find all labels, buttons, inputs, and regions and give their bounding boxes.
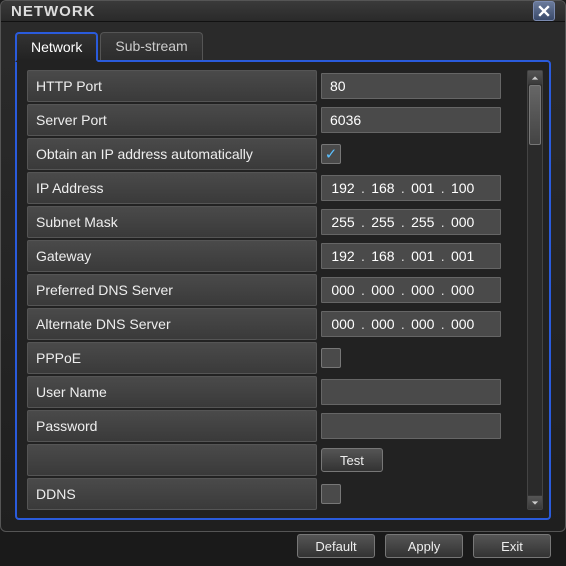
label-http-port: HTTP Port xyxy=(27,70,317,102)
label-gateway: Gateway xyxy=(27,240,317,272)
ip-octet[interactable] xyxy=(406,282,440,298)
scroll-track[interactable] xyxy=(528,85,542,495)
test-button[interactable]: Test xyxy=(321,448,383,472)
row-server-port: Server Port xyxy=(27,104,523,136)
http-port-input[interactable] xyxy=(321,73,501,99)
user-name-input[interactable] xyxy=(321,379,501,405)
label-server-port: Server Port xyxy=(27,104,317,136)
dhcp-checkbox[interactable] xyxy=(321,144,341,164)
ip-octet[interactable] xyxy=(366,214,400,230)
tab-bar: Network Sub-stream xyxy=(15,32,551,60)
row-gateway: Gateway . . . xyxy=(27,240,523,272)
label-subnet-mask: Subnet Mask xyxy=(27,206,317,238)
ip-octet[interactable] xyxy=(366,316,400,332)
window-title: NETWORK xyxy=(11,3,96,20)
ip-octet[interactable] xyxy=(326,214,360,230)
titlebar: NETWORK xyxy=(1,1,565,22)
row-user-name: User Name xyxy=(27,376,523,408)
ip-address-input[interactable]: . . . xyxy=(321,175,501,201)
label-user-name: User Name xyxy=(27,376,317,408)
row-pppoe: PPPoE xyxy=(27,342,523,374)
ip-octet[interactable] xyxy=(366,180,400,196)
ip-octet[interactable] xyxy=(446,316,480,332)
row-password: Password xyxy=(27,410,523,442)
close-icon[interactable] xyxy=(533,1,555,21)
subnet-mask-input[interactable]: . . . xyxy=(321,209,501,235)
password-input[interactable] xyxy=(321,413,501,439)
label-dhcp: Obtain an IP address automatically xyxy=(27,138,317,170)
ip-octet[interactable] xyxy=(446,214,480,230)
ip-octet[interactable] xyxy=(406,316,440,332)
ip-octet[interactable] xyxy=(326,282,360,298)
ip-octet[interactable] xyxy=(446,248,480,264)
ip-octet[interactable] xyxy=(406,214,440,230)
row-ddns: DDNS xyxy=(27,478,523,510)
network-window: NETWORK Network Sub-stream HTTP Port Ser… xyxy=(0,0,566,532)
ip-octet[interactable] xyxy=(406,248,440,264)
row-alt-dns: Alternate DNS Server . . . xyxy=(27,308,523,340)
label-ip-address: IP Address xyxy=(27,172,317,204)
ddns-checkbox[interactable] xyxy=(321,484,341,504)
scroll-up-icon[interactable] xyxy=(528,71,542,85)
tab-sub-stream[interactable]: Sub-stream xyxy=(100,32,202,60)
row-http-port: HTTP Port xyxy=(27,70,523,102)
window-body: Network Sub-stream HTTP Port Server Port… xyxy=(1,22,565,528)
ip-octet[interactable] xyxy=(326,180,360,196)
footer: Default Apply Exit xyxy=(1,528,565,566)
settings-panel: HTTP Port Server Port Obtain an IP addre… xyxy=(15,60,551,520)
ip-octet[interactable] xyxy=(446,180,480,196)
ip-octet[interactable] xyxy=(366,248,400,264)
label-password: Password xyxy=(27,410,317,442)
pppoe-checkbox[interactable] xyxy=(321,348,341,368)
server-port-input[interactable] xyxy=(321,107,501,133)
ip-octet[interactable] xyxy=(326,316,360,332)
row-ip-address: IP Address . . . xyxy=(27,172,523,204)
settings-rows: HTTP Port Server Port Obtain an IP addre… xyxy=(27,70,523,510)
ip-octet[interactable] xyxy=(446,282,480,298)
scroll-thumb[interactable] xyxy=(529,85,541,145)
label-ddns: DDNS xyxy=(27,478,317,510)
ip-octet[interactable] xyxy=(366,282,400,298)
default-button[interactable]: Default xyxy=(297,534,375,558)
tab-network[interactable]: Network xyxy=(15,32,98,62)
alt-dns-input[interactable]: . . . xyxy=(321,311,501,337)
apply-button[interactable]: Apply xyxy=(385,534,463,558)
scrollbar[interactable] xyxy=(527,70,543,510)
label-pref-dns: Preferred DNS Server xyxy=(27,274,317,306)
label-alt-dns: Alternate DNS Server xyxy=(27,308,317,340)
ip-octet[interactable] xyxy=(406,180,440,196)
label-pppoe: PPPoE xyxy=(27,342,317,374)
tab-label: Network xyxy=(31,39,82,55)
gateway-input[interactable]: . . . xyxy=(321,243,501,269)
label-test xyxy=(27,444,317,476)
row-pref-dns: Preferred DNS Server . . . xyxy=(27,274,523,306)
scroll-down-icon[interactable] xyxy=(528,495,542,509)
row-subnet-mask: Subnet Mask . . . xyxy=(27,206,523,238)
row-dhcp: Obtain an IP address automatically xyxy=(27,138,523,170)
pref-dns-input[interactable]: . . . xyxy=(321,277,501,303)
tab-label: Sub-stream xyxy=(115,38,187,54)
ip-octet[interactable] xyxy=(326,248,360,264)
row-test: Test xyxy=(27,444,523,476)
exit-button[interactable]: Exit xyxy=(473,534,551,558)
